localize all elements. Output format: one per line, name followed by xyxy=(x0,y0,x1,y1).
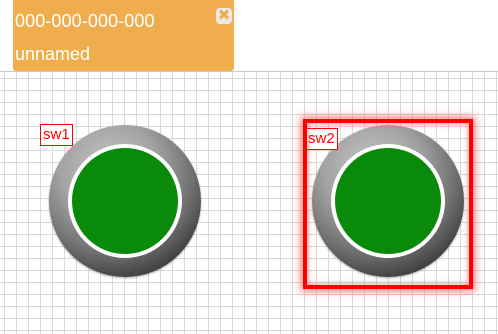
datapath-tab[interactable]: 000-000-000-000 ✖ unnamed xyxy=(13,0,234,71)
switch-label-sw1: sw1 xyxy=(40,124,73,146)
topology-view: 000-000-000-000 ✖ unnamed sw1 sw2 xyxy=(0,0,498,334)
selection-box xyxy=(303,119,473,289)
tab-name-text: unnamed xyxy=(15,44,91,64)
tab-id-text: 000-000-000-000 xyxy=(15,11,155,31)
switch-node-sw1[interactable] xyxy=(49,125,201,277)
status-led-icon xyxy=(72,148,178,254)
close-icon[interactable]: ✖ xyxy=(216,8,232,24)
